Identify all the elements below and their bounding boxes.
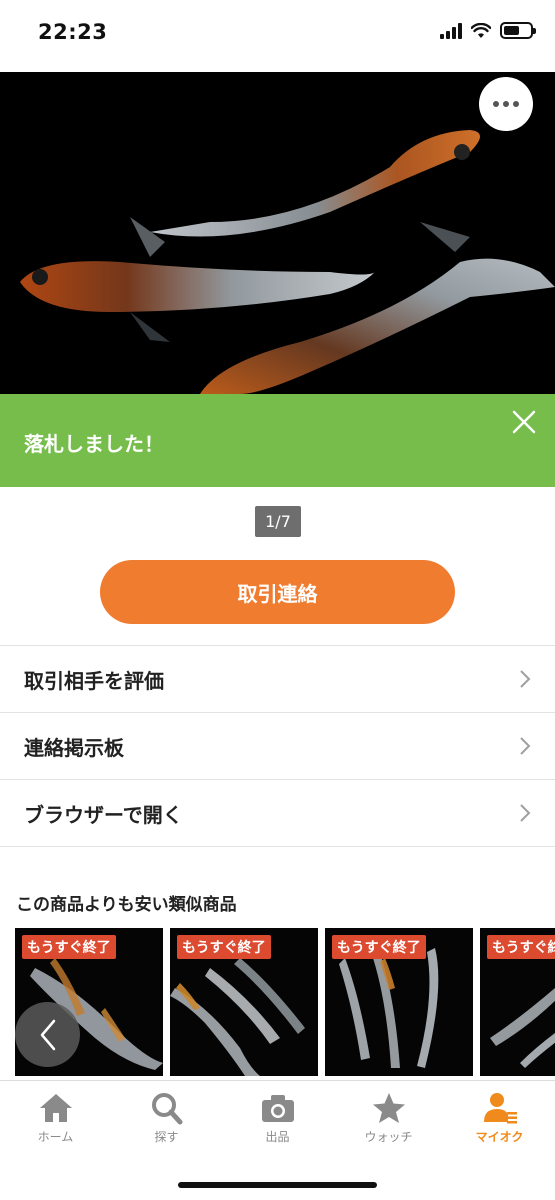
star-icon (372, 1093, 405, 1123)
home-indicator (178, 1182, 377, 1188)
status-time: 22:23 (38, 20, 108, 44)
menu-item-label: 連絡掲示板 (24, 735, 124, 760)
more-dot (503, 101, 509, 107)
status-icons (440, 22, 536, 39)
similar-items-carousel[interactable]: もうすぐ終了 もうすぐ終了 もうすぐ終了 もうすぐ終了 (15, 928, 555, 1076)
ending-soon-badge: もうすぐ終了 (487, 935, 555, 959)
medaka-fish-photo (0, 72, 555, 394)
user-icon (483, 1093, 517, 1124)
similar-item-card[interactable]: もうすぐ終了 (480, 928, 555, 1076)
menu-item-open-browser[interactable]: ブラウザーで開く (0, 780, 555, 847)
product-image[interactable] (0, 72, 555, 394)
search-icon (151, 1093, 182, 1125)
win-banner: 落札しました！ (0, 394, 555, 487)
tab-label: ホーム (37, 1130, 74, 1144)
tab-search[interactable]: 探す (111, 1091, 222, 1145)
ending-soon-badge: もうすぐ終了 (332, 935, 426, 959)
tab-bar: ホーム 探す 出品 ウォッチ マイオク (0, 1080, 555, 1200)
more-options-button[interactable] (479, 77, 533, 131)
image-page-indicator: 1/7 (255, 506, 301, 537)
more-dot (493, 101, 499, 107)
chevron-right-icon (520, 804, 531, 822)
chevron-right-icon (520, 670, 531, 688)
status-bar: 22:23 (0, 0, 555, 72)
ending-soon-badge: もうすぐ終了 (177, 935, 271, 959)
carousel-prev-button[interactable] (15, 1002, 80, 1067)
home-icon (39, 1094, 72, 1122)
tab-sell[interactable]: 出品 (222, 1091, 333, 1145)
camera-icon (261, 1095, 294, 1122)
tab-label: ウォッチ (364, 1130, 413, 1144)
wifi-icon (471, 22, 491, 38)
cellular-signal-icon (440, 22, 462, 39)
tab-label: 出品 (265, 1130, 290, 1144)
menu-item-label: 取引相手を評価 (24, 668, 164, 693)
similar-item-card[interactable]: もうすぐ終了 (325, 928, 473, 1076)
tab-label: 探す (154, 1130, 179, 1144)
transaction-contact-button[interactable]: 取引連絡 (100, 560, 455, 624)
more-dot (513, 101, 519, 107)
menu-item-label: ブラウザーで開く (24, 802, 183, 827)
similar-items-title: この商品よりも安い類似商品 (16, 895, 237, 915)
menu-item-rate-partner[interactable]: 取引相手を評価 (0, 646, 555, 713)
tab-label: マイオク (475, 1130, 524, 1144)
tab-my-auction[interactable]: マイオク (444, 1091, 555, 1145)
ending-soon-badge: もうすぐ終了 (22, 935, 116, 959)
chevron-right-icon (520, 737, 531, 755)
action-menu: 取引相手を評価 連絡掲示板 ブラウザーで開く (0, 645, 555, 847)
tab-watch[interactable]: ウォッチ (333, 1091, 444, 1145)
menu-item-message-board[interactable]: 連絡掲示板 (0, 713, 555, 780)
chevron-left-icon (40, 1019, 55, 1050)
tab-home[interactable]: ホーム (0, 1091, 111, 1145)
battery-icon (500, 22, 536, 39)
close-icon[interactable] (509, 407, 539, 437)
similar-item-card[interactable]: もうすぐ終了 (170, 928, 318, 1076)
banner-message: 落札しました！ (24, 432, 164, 456)
